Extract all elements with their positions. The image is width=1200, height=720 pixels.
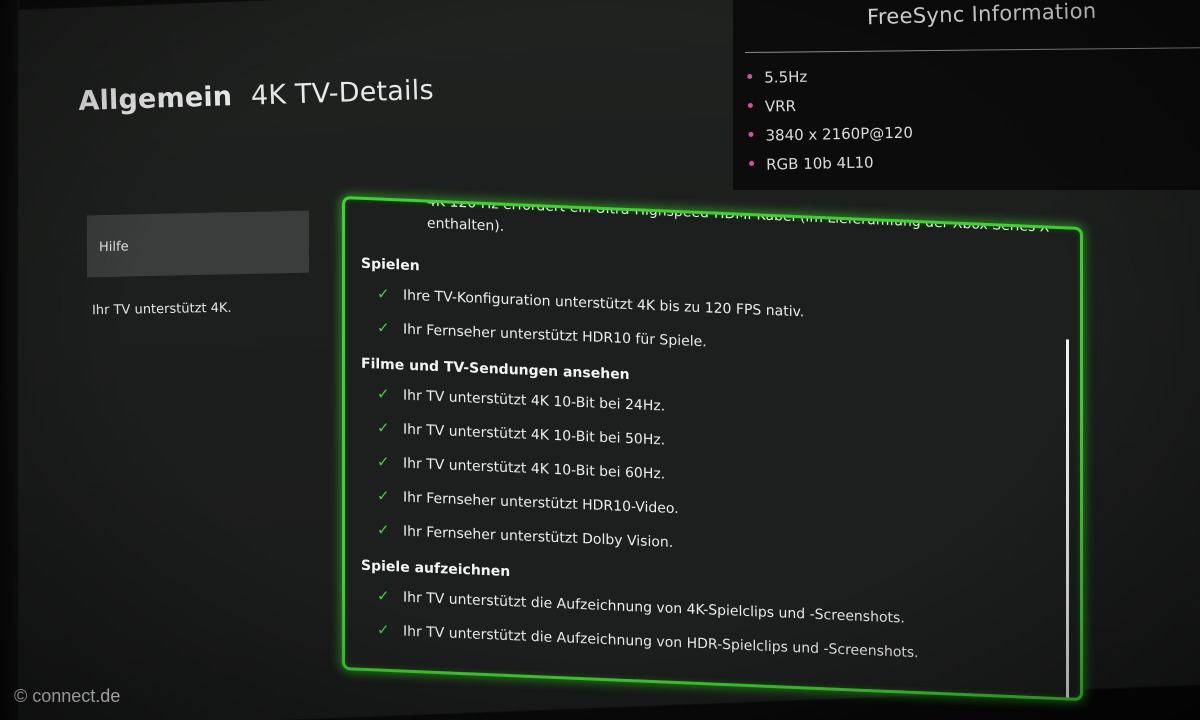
checkmark-icon: ✓: [377, 520, 390, 539]
watermark: © connect.de: [14, 686, 121, 706]
photo-scene: Allgemein 4K TV-Details Hilfe Ihr TV unt…: [0, 0, 1200, 720]
bullet-icon: [748, 131, 754, 137]
checkmark-icon: ✓: [377, 586, 390, 605]
tv-bezel-edge: [0, 0, 20, 720]
freesync-item: VRR: [747, 90, 913, 122]
freesync-info-panel: FreeSync Information 5.5Hz VRR 3840 x 21…: [733, 0, 1200, 190]
freesync-title: FreeSync Information: [866, 0, 1097, 30]
checkmark-icon: ✓: [377, 284, 390, 303]
bullet-icon: [749, 160, 755, 166]
checkmark-icon: ✓: [377, 620, 390, 639]
freesync-divider: [745, 47, 1200, 53]
bullet-icon: [747, 73, 753, 79]
bullet-icon: [747, 102, 753, 108]
freesync-item: RGB 10b 4L10: [749, 148, 914, 180]
sidebar-item-label: Hilfe: [99, 239, 129, 256]
checkmark-icon: ✓: [377, 384, 390, 403]
sidebar-item-label: Ihr TV unterstützt 4K.: [91, 300, 232, 319]
breadcrumb-page: 4K TV-Details: [250, 74, 435, 112]
breadcrumb-section: Allgemein: [78, 81, 233, 117]
sidebar-item-help[interactable]: Hilfe: [87, 210, 309, 278]
checkmark-icon: ✓: [377, 452, 390, 471]
sidebar-item-tv-4k[interactable]: Ihr TV unterstützt 4K.: [92, 301, 232, 318]
details-content: 4K 120 Hz erfordert ein Ultra-Highspeed-…: [361, 196, 1051, 675]
checkmark-icon: ✓: [377, 318, 390, 337]
scrollbar[interactable]: [1066, 339, 1069, 700]
checkmark-icon: ✓: [377, 486, 390, 505]
freesync-item: 3840 x 2160P@120: [748, 119, 913, 151]
freesync-list: 5.5Hz VRR 3840 x 2160P@120 RGB 10b 4L10: [747, 61, 914, 180]
checkmark-icon: ✓: [377, 418, 390, 437]
tv-details-panel[interactable]: 4K 120 Hz erfordert ein Ultra-Highspeed-…: [342, 196, 1083, 702]
freesync-item: 5.5Hz: [747, 61, 912, 93]
